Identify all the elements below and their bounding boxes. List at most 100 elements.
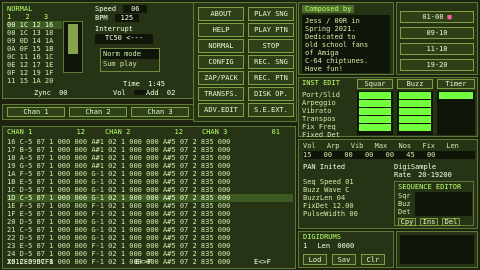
sequence-copy-button[interactable]: Cpy bbox=[398, 218, 416, 226]
chan2-cell: F-1 02 1 000 000 bbox=[91, 202, 159, 210]
normal-button[interactable]: NORMAL bbox=[198, 39, 244, 53]
row-index: 22 bbox=[7, 234, 16, 242]
pulse-row[interactable]: PulseWidth 00 bbox=[303, 210, 389, 218]
stop-button[interactable]: STOP bbox=[248, 39, 294, 53]
buzz-len-row[interactable]: BuzzLen 04 bbox=[303, 194, 389, 202]
pattern-row[interactable]: 1C D-5 07 1 000 000 G-1 02 1 000 000 A#5… bbox=[7, 186, 293, 194]
speed-value[interactable]: 06 bbox=[123, 5, 148, 13]
slot-on[interactable] bbox=[399, 108, 431, 115]
pattern-row[interactable]: 19 G-5 07 1 000 000 A#1 02 1 000 000 A#5… bbox=[7, 162, 293, 170]
channel-tab-2[interactable]: Chan 2 bbox=[69, 107, 127, 117]
order-scroll-thumb[interactable] bbox=[68, 24, 78, 54]
inst-row-transpose[interactable]: Transpos bbox=[302, 115, 354, 123]
order-row[interactable]: 09 0D 14 1A bbox=[7, 37, 62, 45]
order-row[interactable]: 0E 12 17 1E bbox=[7, 61, 62, 69]
inst-tab-square[interactable]: Squar bbox=[357, 79, 393, 89]
slot-on[interactable] bbox=[399, 116, 431, 123]
inst-row-vibrato[interactable]: Vibrato bbox=[302, 107, 354, 115]
zync-value[interactable]: 00 bbox=[59, 89, 67, 97]
order-row[interactable]: 11 15 1A 20 bbox=[7, 77, 62, 85]
inst-row-arpeggio[interactable]: Arpeggio bbox=[302, 99, 354, 107]
slot-on[interactable] bbox=[359, 100, 391, 107]
order-row[interactable]: 00 1C 12 16 bbox=[7, 21, 62, 29]
digidrums-save-button[interactable]: Sav bbox=[332, 254, 356, 265]
channel-tab-1[interactable]: Chan 1 bbox=[7, 107, 65, 117]
nav-09-10[interactable]: 09-10 bbox=[400, 27, 474, 39]
config-button[interactable]: CONFIG bbox=[198, 55, 244, 69]
s-e-ext-button[interactable]: S.E.EXT. bbox=[248, 103, 294, 117]
pattern-row[interactable]: 16 C-5 07 1 000 000 A#1 02 1 000 000 A#5… bbox=[7, 138, 293, 146]
pattern-row[interactable]: 20 D-5 07 1 000 000 G-1 02 1 000 000 A#5… bbox=[7, 218, 293, 226]
digidrums-load-button[interactable]: Lod bbox=[303, 254, 327, 265]
slot-on[interactable] bbox=[359, 116, 391, 123]
inst-param-values[interactable]: 15 00 00 00 00 45 00 bbox=[303, 151, 475, 159]
fix-det-row[interactable]: FixDet 12.00 bbox=[303, 202, 389, 210]
slot-on[interactable] bbox=[399, 92, 431, 99]
buzz-wave-row[interactable]: Buzz Wave C bbox=[303, 186, 389, 194]
pattern-row[interactable]: 1F E-5 07 1 000 000 F-1 02 1 000 000 A#5… bbox=[7, 210, 293, 218]
order-row[interactable]: 08 1C 13 18 bbox=[7, 29, 62, 37]
digidrums-len-label: Len bbox=[317, 242, 331, 250]
play-song-button[interactable]: PLAY SNG bbox=[248, 7, 294, 21]
rate-value[interactable]: 20-19200 bbox=[418, 171, 452, 179]
digidrums-number[interactable]: 1 bbox=[303, 242, 307, 250]
mode-list: Norm mode Sum play bbox=[100, 48, 160, 72]
nav-19-20[interactable]: 19-20 bbox=[400, 59, 474, 71]
nav-01-08[interactable]: 01-08 ■ bbox=[400, 11, 474, 23]
param-header: Vol bbox=[303, 142, 316, 150]
digidrums-clear-button[interactable]: Clr bbox=[361, 254, 385, 265]
disk-op-button[interactable]: DISK OP. bbox=[248, 87, 294, 101]
sequence-grid[interactable] bbox=[415, 192, 472, 216]
record-song-button[interactable]: REC. SNG bbox=[248, 55, 294, 69]
pattern-row[interactable]: 23 E-5 07 1 000 000 F-1 02 1 000 000 A#5… bbox=[7, 242, 293, 250]
zap-pack-button[interactable]: ZAP/PACK bbox=[198, 71, 244, 85]
pattern-row[interactable]: 17 B-5 07 1 000 000 A#1 02 1 000 000 A#5… bbox=[7, 146, 293, 154]
slot-on[interactable] bbox=[439, 92, 473, 99]
pattern-row[interactable]: 1E F-5 07 1 000 000 F-1 02 1 000 000 A#5… bbox=[7, 202, 293, 210]
order-scroll[interactable] bbox=[63, 21, 83, 73]
pattern-row[interactable]: 22 D-5 07 1 000 000 G-1 02 1 000 000 A#5… bbox=[7, 234, 293, 242]
pattern-row[interactable]: 24 D-5 07 1 000 000 F-1 02 1 000 000 A#5… bbox=[7, 250, 293, 258]
order-row[interactable]: 0A 0F 15 1B bbox=[7, 45, 62, 53]
pattern-row[interactable]: 1D C-5 07 1 000 000 G-1 02 1 000 000 A#5… bbox=[7, 194, 293, 202]
transfers-button[interactable]: TRANSFS. bbox=[198, 87, 244, 101]
slot-on[interactable] bbox=[359, 92, 391, 99]
norm-mode-item[interactable]: Norm mode bbox=[101, 49, 159, 59]
help-button[interactable]: HELP bbox=[198, 23, 244, 37]
inst-row-port-slide[interactable]: Port/Slid bbox=[302, 91, 354, 99]
bpm-value[interactable]: 125 bbox=[114, 14, 139, 22]
sequence-delete-button[interactable]: Del bbox=[442, 218, 460, 226]
interrupt-select[interactable]: TC50 <--- bbox=[95, 34, 153, 44]
pattern-left-num: 12 bbox=[76, 128, 85, 136]
pattern-row[interactable]: 21 C-5 07 1 000 000 G-1 02 1 000 000 A#5… bbox=[7, 226, 293, 234]
slot-on[interactable] bbox=[359, 108, 391, 115]
inst-edit-panel: INST EDIT Squar Buzz Timer Port/Slid Arp… bbox=[298, 77, 478, 139]
play-pattern-button[interactable]: PLAY PTN bbox=[248, 23, 294, 37]
record-pattern-button[interactable]: REC. PTN bbox=[248, 71, 294, 85]
pattern-footer-mid: E<>F bbox=[135, 258, 152, 266]
slot-on[interactable] bbox=[359, 124, 391, 131]
composed-title: Composed by bbox=[302, 5, 355, 13]
chan2-cell: G-1 02 1 000 000 bbox=[91, 178, 159, 186]
inst-row-fixed-det[interactable]: Fixed Det bbox=[302, 131, 354, 139]
add-value[interactable]: 02 bbox=[167, 89, 175, 97]
slot-on[interactable] bbox=[399, 100, 431, 107]
inst-tab-timer[interactable]: Timer bbox=[437, 79, 475, 89]
order-grid: 1 2 3 D 00 1C 12 16 08 1C 13 18 09 0D 14… bbox=[7, 13, 62, 85]
channel-tab-3[interactable]: Chan 3 bbox=[131, 107, 189, 117]
sequence-insert-button[interactable]: Ins bbox=[420, 218, 438, 226]
pattern-row[interactable]: 1B E-5 07 1 000 000 G-1 02 1 000 000 A#5… bbox=[7, 178, 293, 186]
adv-edit-button[interactable]: ADV.EDIT bbox=[198, 103, 244, 117]
nav-11-18[interactable]: 11-18 bbox=[400, 43, 474, 55]
chan3-cell: A#5 07 2 835 000 bbox=[162, 202, 231, 210]
sum-play-item[interactable]: Sum play bbox=[101, 59, 159, 69]
order-row[interactable]: 0C 11 16 1C bbox=[7, 53, 62, 61]
inst-tab-buzz[interactable]: Buzz bbox=[397, 79, 433, 89]
pattern-row[interactable]: 1A F-5 07 1 000 000 G-1 02 1 000 000 A#5… bbox=[7, 170, 293, 178]
order-row[interactable]: 0F 12 19 1F bbox=[7, 69, 62, 77]
seq-speed-row[interactable]: Seq Speed 01 bbox=[303, 178, 389, 186]
about-button[interactable]: ABOUT bbox=[198, 7, 244, 21]
slot-on[interactable] bbox=[399, 124, 431, 131]
inst-row-fix-freq[interactable]: Fix Freq bbox=[302, 123, 354, 131]
pattern-row[interactable]: 18 A-5 07 1 000 000 A#1 02 1 000 000 A#5… bbox=[7, 154, 293, 162]
